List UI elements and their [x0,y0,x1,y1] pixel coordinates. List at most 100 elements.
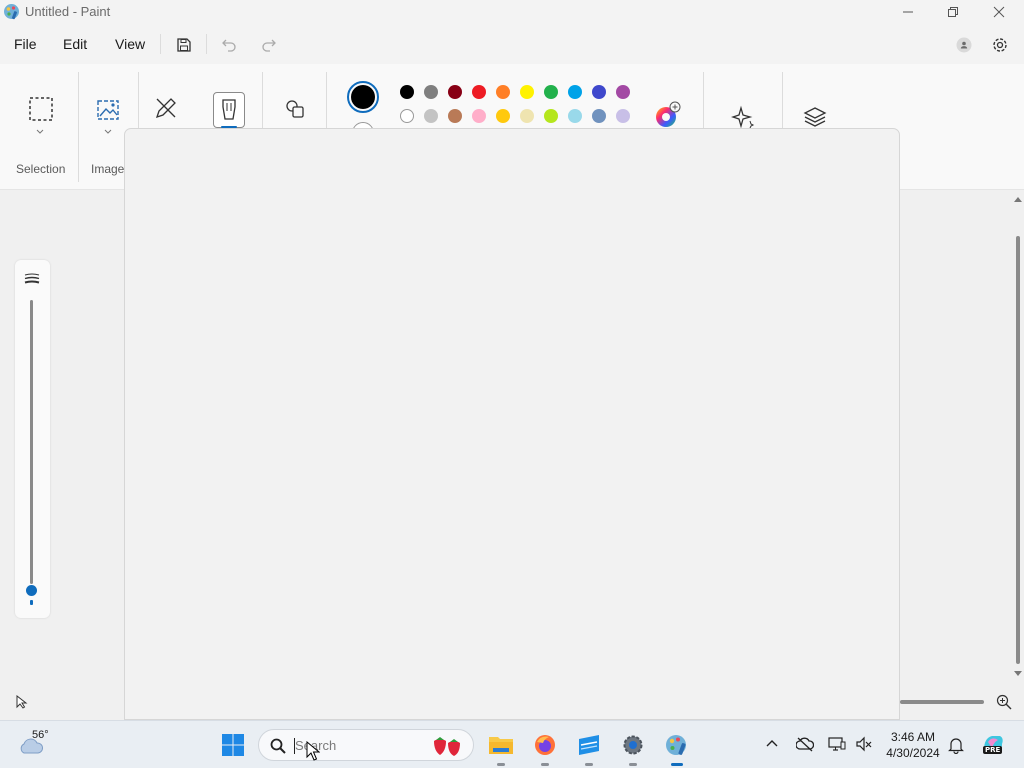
redo-button[interactable] [257,33,281,57]
vertical-scrollbar[interactable] [1012,194,1024,680]
minimize-button[interactable] [885,0,931,24]
running-indicator [629,763,637,766]
color-swatch[interactable] [496,109,510,123]
color-swatch[interactable] [544,109,558,123]
taskbar-clock[interactable]: 3:46 AM 4/30/2024 [880,729,946,761]
volume-muted-icon[interactable] [855,736,873,752]
onedrive-offline-icon[interactable] [796,736,814,752]
shapes-icon [286,100,304,118]
brush-size-slider-track[interactable] [30,300,33,584]
selection-tool-button[interactable] [24,92,58,126]
firefox-icon [535,735,555,755]
mouse-pointer-icon [306,741,320,761]
color-swatch[interactable] [520,85,534,99]
scroll-up-arrow-icon[interactable] [1014,196,1022,202]
brush-size-slider-thumb[interactable] [26,585,37,596]
ribbon-divider [262,72,263,128]
ribbon-divider [78,72,79,182]
strawberry-icon [434,737,460,756]
close-button[interactable] [976,0,1022,24]
paint-taskbar-button[interactable] [661,729,693,766]
color-swatch[interactable] [592,109,606,123]
color-swatch[interactable] [472,109,486,123]
color-swatch[interactable] [568,85,582,99]
settings-app-button[interactable] [617,729,649,766]
menu-divider [206,34,207,54]
restore-button[interactable] [930,0,976,24]
account-button[interactable] [952,33,976,57]
save-icon [177,38,191,52]
color-swatch[interactable] [424,109,438,123]
file-explorer-button[interactable] [485,729,517,766]
color-swatch[interactable] [568,109,582,123]
weather-widget[interactable]: 56° [16,729,56,761]
color-swatch[interactable] [472,85,486,99]
menu-edit[interactable]: Edit [63,36,87,52]
primary-color-button[interactable] [347,81,379,113]
color-swatch[interactable] [616,85,630,99]
running-indicator [585,763,593,766]
color-swatch[interactable] [616,109,630,123]
color-swatch[interactable] [520,109,534,123]
pre-badge: PRE [983,746,1003,754]
color-swatch[interactable] [424,85,438,99]
brush-size-panel [15,260,50,618]
notification-bell-icon[interactable] [948,736,964,754]
selection-dropdown-chevron-icon[interactable] [33,126,47,136]
ribbon-divider [326,72,327,128]
shapes-tool-button[interactable] [280,94,310,124]
menu-view[interactable]: View [115,36,145,52]
line-thickness-icon [24,273,40,284]
gear-icon [623,735,643,755]
color-swatch[interactable] [496,85,510,99]
ribbon-divider [703,72,704,128]
scroll-down-arrow-icon[interactable] [1014,671,1022,677]
redo-icon [262,39,276,52]
clock-time: 3:46 AM [890,730,936,744]
image-dropdown-chevron-icon[interactable] [101,126,115,136]
edit-colors-button[interactable] [652,100,682,130]
brush-tool-button[interactable] [213,92,245,128]
color-swatch[interactable] [400,85,414,99]
zoom-in-icon[interactable] [996,694,1012,710]
save-button[interactable] [172,33,196,57]
pencil-eraser-icon [155,98,176,119]
undo-button[interactable] [217,33,241,57]
brush-size-slider-fill [30,600,33,605]
settings-button[interactable] [988,33,1012,57]
image-icon [97,100,119,120]
start-button[interactable] [217,729,249,761]
app-window-icon [579,735,599,755]
layers-icon [803,107,827,127]
primary-color-swatch [351,85,375,109]
image-tool-button[interactable] [91,92,125,126]
menu-file[interactable]: File [14,36,37,52]
paint-app-icon [3,3,20,20]
color-swatch[interactable] [544,85,558,99]
app-button[interactable] [573,729,605,766]
firefox-button[interactable] [529,729,561,766]
color-swatch[interactable] [448,109,462,123]
drawing-canvas[interactable] [124,128,900,720]
rectangle-select-icon [29,97,53,121]
windows-logo-icon [222,734,244,756]
copilot-icon [983,736,1003,754]
title-bar: Untitled - Paint [0,0,1024,24]
gear-icon [993,38,1007,52]
copilot-preview-button[interactable]: PRE [980,732,1006,758]
vertical-scroll-thumb[interactable] [1016,236,1020,664]
search-icon [270,738,286,754]
clock-date: 4/30/2024 [886,746,940,760]
pencil-tool-button[interactable] [150,92,182,124]
color-swatch[interactable] [592,85,606,99]
running-indicator [497,763,505,766]
taskbar-search-box[interactable]: Search [258,729,474,761]
horizontal-scroll-thumb[interactable] [900,700,984,704]
color-swatch[interactable] [400,109,414,123]
menu-divider [160,34,161,54]
chevron-up-icon[interactable] [766,739,778,747]
ribbon-divider [138,72,139,128]
paint-app-icon [666,735,686,755]
color-swatch[interactable] [448,85,462,99]
network-icon[interactable] [828,736,846,752]
